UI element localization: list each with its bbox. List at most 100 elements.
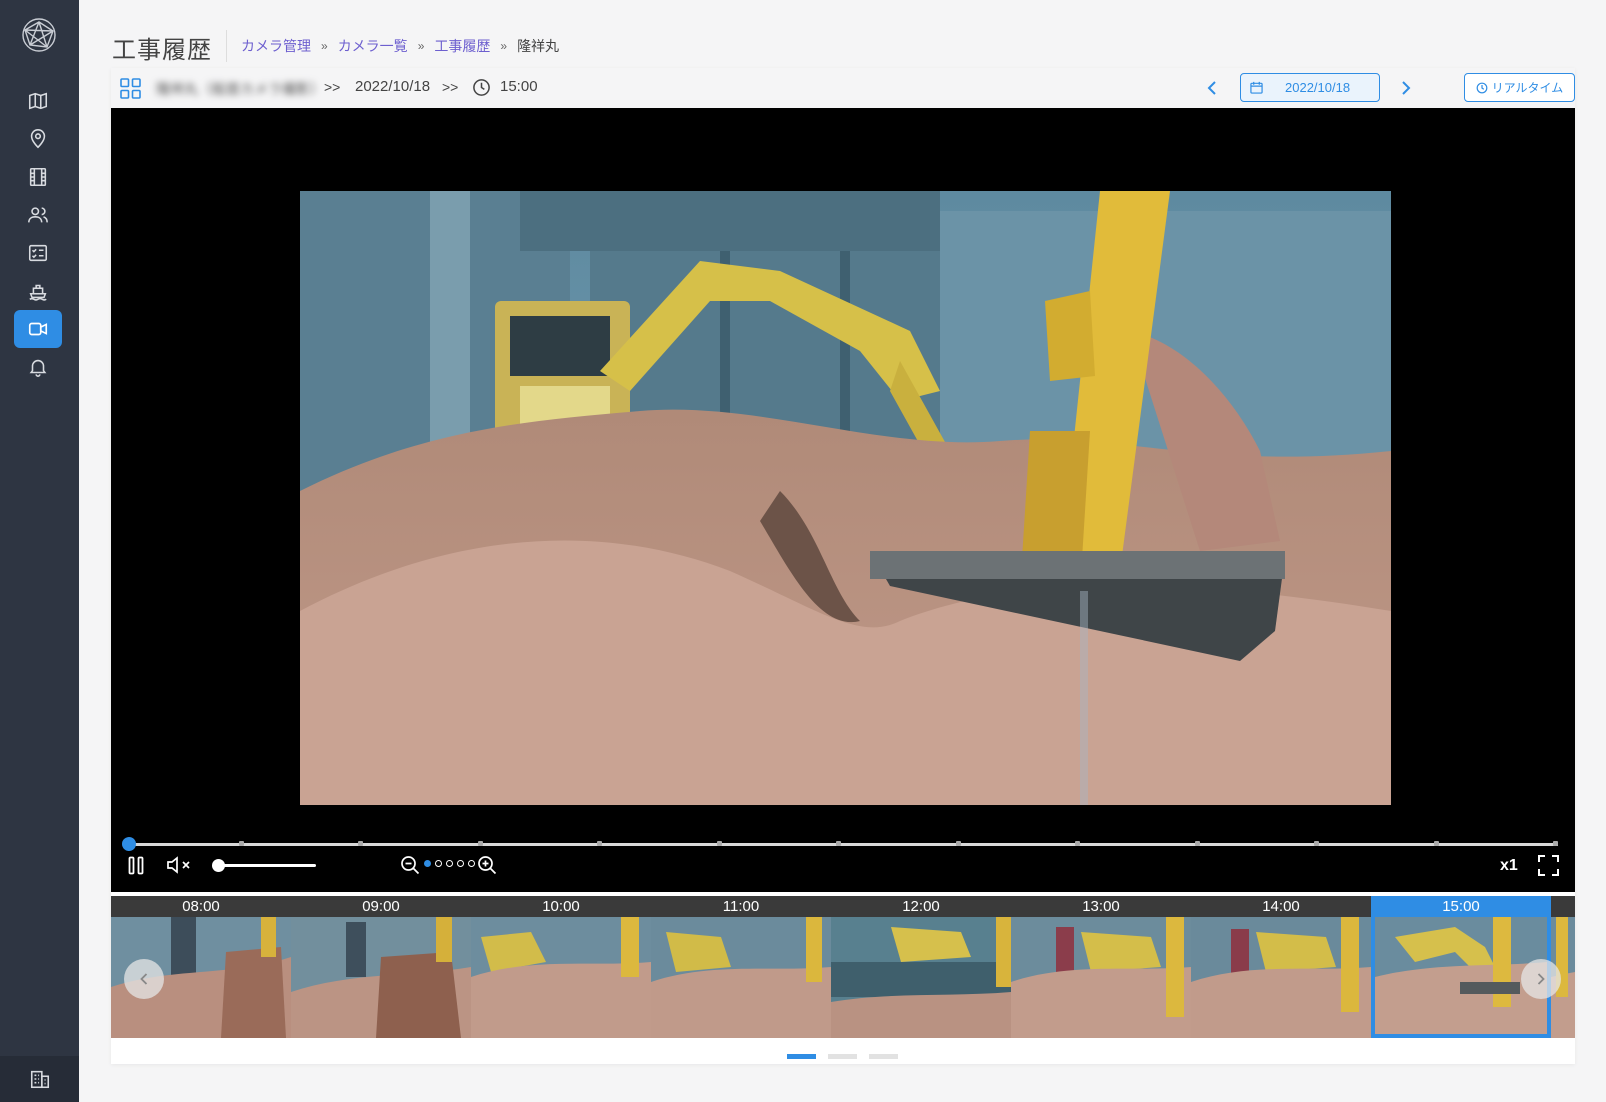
camera-name: 隆祥丸（船首カメラ撮影）	[156, 81, 324, 97]
progress-tick	[956, 841, 961, 846]
globe-logo-icon[interactable]	[20, 16, 58, 54]
zoom-level-indicator	[424, 860, 475, 867]
pagination-dot-2[interactable]	[828, 1054, 857, 1059]
film-icon	[29, 167, 47, 187]
chevron-right-icon	[1537, 973, 1545, 985]
thumbnail-time: 11:00	[651, 896, 831, 917]
history-card: 隆祥丸（船首カメラ撮影） >> 2022/10/18 >> 15:00 2022…	[111, 68, 1575, 1064]
thumbnail-time: 12:00	[831, 896, 1011, 917]
mute-button[interactable]	[165, 853, 193, 877]
sidebar-bottom-building[interactable]	[0, 1056, 79, 1102]
clock-icon	[1476, 82, 1488, 93]
progress-tick	[239, 841, 244, 846]
pagination-dot-1[interactable]	[787, 1054, 816, 1059]
chevron-left-icon	[1207, 81, 1216, 95]
map-icon	[28, 92, 48, 110]
sidebar-item-checklist[interactable]	[14, 234, 62, 272]
progress-tick	[1314, 841, 1319, 846]
timeline-thumbnail[interactable]: 13:00	[1011, 896, 1191, 1038]
calendar-icon	[1250, 81, 1263, 94]
progress-tick	[836, 841, 841, 846]
next-date-button[interactable]	[1393, 74, 1419, 102]
volume-slider-track[interactable]	[217, 864, 316, 867]
sidebar-item-notifications[interactable]	[14, 348, 62, 386]
zoom-level-dot[interactable]	[468, 860, 475, 867]
sidebar-item-users[interactable]	[14, 196, 62, 234]
timeline-prev-button[interactable]	[124, 959, 164, 999]
pause-icon	[128, 856, 144, 874]
timeline-thumbnail[interactable]: 12:00	[831, 896, 1011, 1038]
timeline-strip: 08:00 09:00 10:00 11:00 12:00 13:00 14:0…	[111, 896, 1575, 1038]
volume-slider-knob[interactable]	[212, 859, 225, 872]
thumbnail-time: 14:00	[1191, 896, 1371, 917]
clock-icon	[472, 78, 491, 102]
sidebar-item-map[interactable]	[14, 82, 62, 120]
timeline-thumbnail[interactable]: 10:00	[471, 896, 651, 1038]
thumbnail-time: 10:00	[471, 896, 651, 917]
chevron-right-icon	[1402, 81, 1411, 95]
previous-date-button[interactable]	[1199, 74, 1225, 102]
location-pin-icon	[30, 129, 46, 149]
ship-icon	[29, 284, 47, 301]
zoom-level-dot[interactable]	[446, 860, 453, 867]
progress-tick	[1195, 841, 1200, 846]
thumbnail-image	[471, 917, 651, 1038]
progress-knob[interactable]	[122, 837, 136, 851]
zoom-level-dot[interactable]	[435, 860, 442, 867]
video-toolbar: 隆祥丸（船首カメラ撮影） >> 2022/10/18 >> 15:00 2022…	[111, 68, 1575, 108]
video-frame[interactable]	[300, 191, 1391, 805]
zoom-out-icon	[401, 856, 420, 875]
playback-progress-bar[interactable]	[122, 837, 1558, 851]
thumbnail-time: 13:00	[1011, 896, 1191, 917]
zoom-in-icon	[478, 856, 497, 875]
page-title: 工事履歴	[112, 37, 212, 64]
thumbnail-image	[831, 917, 1011, 1038]
progress-tick	[597, 841, 602, 846]
breadcrumb-construction-history[interactable]: 工事履歴	[434, 36, 490, 56]
timeline-thumbnail[interactable]: 14:00	[1191, 896, 1371, 1038]
progress-tick	[1075, 841, 1080, 846]
video-player[interactable]: x1	[111, 108, 1575, 892]
realtime-button[interactable]: リアルタイム	[1464, 73, 1575, 102]
thumbnail-time: 09:00	[291, 896, 471, 917]
zoom-in-button[interactable]	[476, 854, 498, 876]
title-divider	[226, 30, 227, 62]
toolbar-separator: >>	[442, 79, 459, 95]
video-camera-icon	[28, 322, 48, 336]
breadcrumb-camera-list[interactable]: カメラ一覧	[338, 36, 408, 56]
playback-speed-button[interactable]: x1	[1500, 857, 1518, 875]
breadcrumb: カメラ管理 » カメラ一覧 » 工事履歴 » 隆祥丸	[241, 36, 559, 56]
pause-button[interactable]	[126, 853, 146, 877]
grid-view-icon[interactable]	[120, 78, 141, 104]
selected-time: 15:00	[500, 78, 538, 95]
progress-tick	[478, 841, 483, 846]
thumbnail-image	[1011, 917, 1191, 1038]
timeline-thumbnail[interactable]: 11:00	[651, 896, 831, 1038]
progress-tick	[1434, 841, 1439, 846]
fullscreen-button[interactable]	[1537, 854, 1559, 876]
thumbnail-image	[291, 917, 471, 1038]
fullscreen-icon	[1537, 854, 1559, 876]
volume-muted-icon	[167, 856, 190, 874]
timeline-pagination	[787, 1054, 898, 1059]
zoom-out-button[interactable]	[399, 854, 421, 876]
checklist-icon	[28, 244, 48, 262]
thumbnail-time: 08:00	[111, 896, 291, 917]
timeline-next-button[interactable]	[1521, 959, 1561, 999]
users-icon	[28, 207, 48, 223]
date-picker[interactable]: 2022/10/18	[1240, 73, 1380, 102]
chevron-left-icon	[140, 973, 148, 985]
timeline-thumbnail[interactable]: 09:00	[291, 896, 471, 1038]
selected-date: 2022/10/18	[355, 78, 431, 95]
sidebar-item-ship[interactable]	[14, 272, 62, 310]
pagination-dot-3[interactable]	[869, 1054, 898, 1059]
breadcrumb-separator: »	[500, 39, 508, 53]
thumbnail-time: 15:00	[1371, 896, 1551, 917]
breadcrumb-camera-management[interactable]: カメラ管理	[241, 36, 311, 56]
zoom-level-dot[interactable]	[424, 860, 431, 867]
zoom-level-dot[interactable]	[457, 860, 464, 867]
sidebar-item-camera[interactable]	[14, 310, 62, 348]
sidebar-item-film[interactable]	[14, 158, 62, 196]
sidebar-item-location[interactable]	[14, 120, 62, 158]
toolbar-separator: >>	[324, 79, 341, 95]
